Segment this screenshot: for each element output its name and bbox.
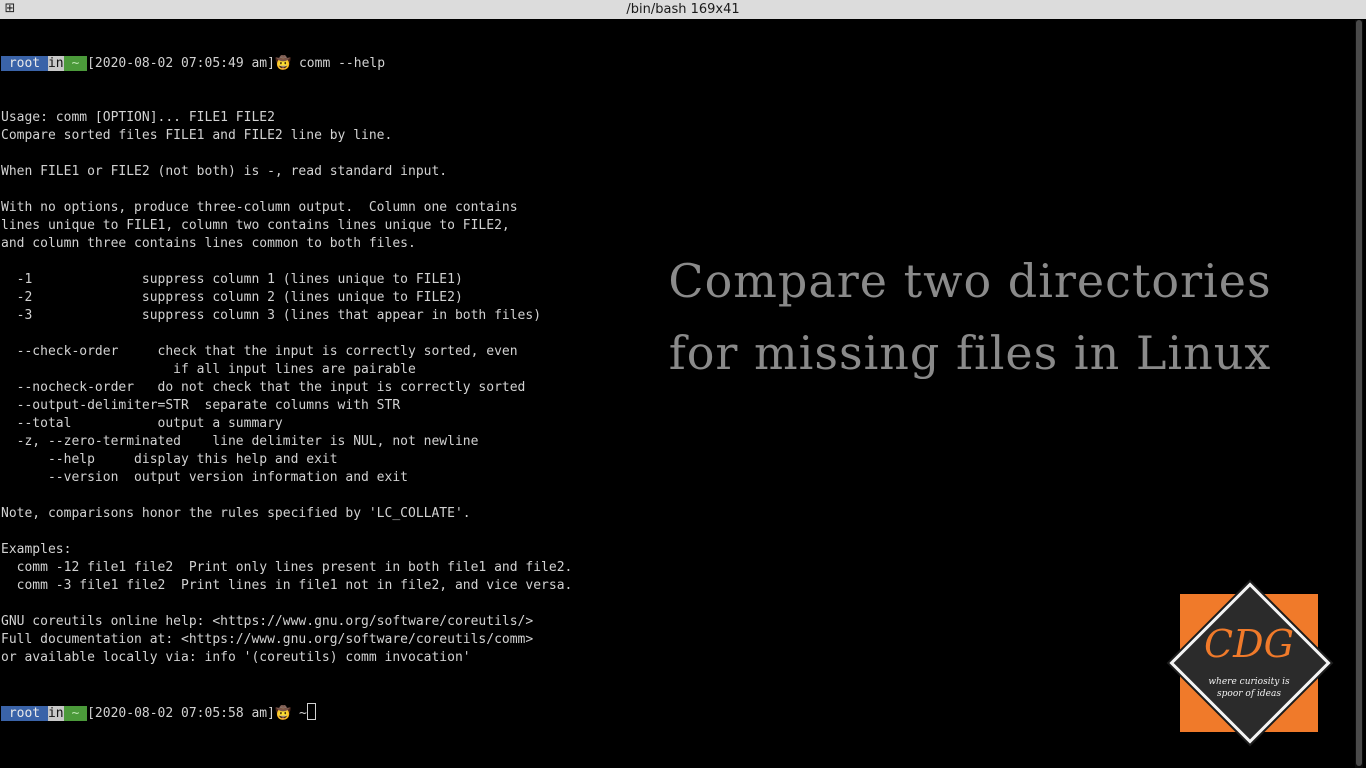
prompt-timestamp: [2020-08-02 07:05:58 am] [87,706,275,721]
text-cursor [306,703,316,720]
output-line: Note, comparisons honor the rules specif… [1,506,471,521]
prompt-dir: ~ [63,706,88,721]
output-line: --output-delimiter=STR separate columns … [1,398,401,413]
output-line: lines unique to FILE1, column two contai… [1,218,510,233]
output-line: When FILE1 or FILE2 (not both) is -, rea… [1,164,448,179]
prompt-dir: ~ [63,56,88,71]
output-line: -z, --zero-terminated line delimiter is … [1,434,479,449]
cdg-logo: CDG where curiosity is spoor of ideas [1156,570,1342,754]
output-line: comm -3 file1 file2 Print lines in file1… [1,578,573,593]
output-line: --total output a summary [1,416,283,431]
logo-tagline: where curiosity is spoor of ideas [1204,676,1294,700]
output-line: comm -12 file1 file2 Print only lines pr… [1,560,573,575]
command-text: ~ [291,706,307,721]
output-line: Usage: comm [OPTION]... FILE1 FILE2 [1,110,275,125]
prompt-user: root [1,56,48,71]
output-line: --version output version information and… [1,470,408,485]
logo-brand-text: CDG [1204,622,1294,666]
cowboy-emoji-icon: 🤠 [274,56,292,71]
scrollbar-thumb[interactable] [1356,20,1362,766]
overlay-line-2: for missing files in Linux [668,326,1272,380]
output-line: Compare sorted files FILE1 and FILE2 lin… [1,128,393,143]
window-titlebar: ⊞ /bin/bash 169x41 [0,0,1366,19]
prompt-timestamp: [2020-08-02 07:05:49 am] [87,56,275,71]
window-title: /bin/bash 169x41 [626,2,740,17]
video-title-overlay: Compare two directories for missing file… [620,245,1320,389]
terminal-output[interactable]: root in ~ [2020-08-02 07:05:49 am]🤠 comm… [1,19,1353,768]
output-line: GNU coreutils online help: <https://www.… [1,614,534,629]
prompt-in: in [47,56,64,71]
cowboy-emoji-icon: 🤠 [274,706,292,721]
prompt-line: root in ~ [2020-08-02 07:05:58 am]🤠 ~ [1,703,1353,721]
output-line: Full documentation at: <https://www.gnu.… [1,632,534,647]
output-line: With no options, produce three-column ou… [1,200,518,215]
command-text: comm --help [291,56,386,71]
output-line: or available locally via: info '(coreuti… [1,650,471,665]
terminal-scrollbar[interactable] [1355,20,1363,768]
window-menu-icon[interactable]: ⊞ [3,2,17,16]
prompt-line: root in ~ [2020-08-02 07:05:49 am]🤠 comm… [1,55,1353,73]
prompt-in: in [47,706,64,721]
output-line: --help display this help and exit [1,452,338,467]
logo-tagline-2: spoor of ideas [1217,689,1281,699]
prompt-user: root [1,706,48,721]
overlay-line-1: Compare two directories [668,254,1272,308]
output-line: Examples: [1,542,72,557]
logo-tagline-1: where curiosity is [1208,677,1290,687]
